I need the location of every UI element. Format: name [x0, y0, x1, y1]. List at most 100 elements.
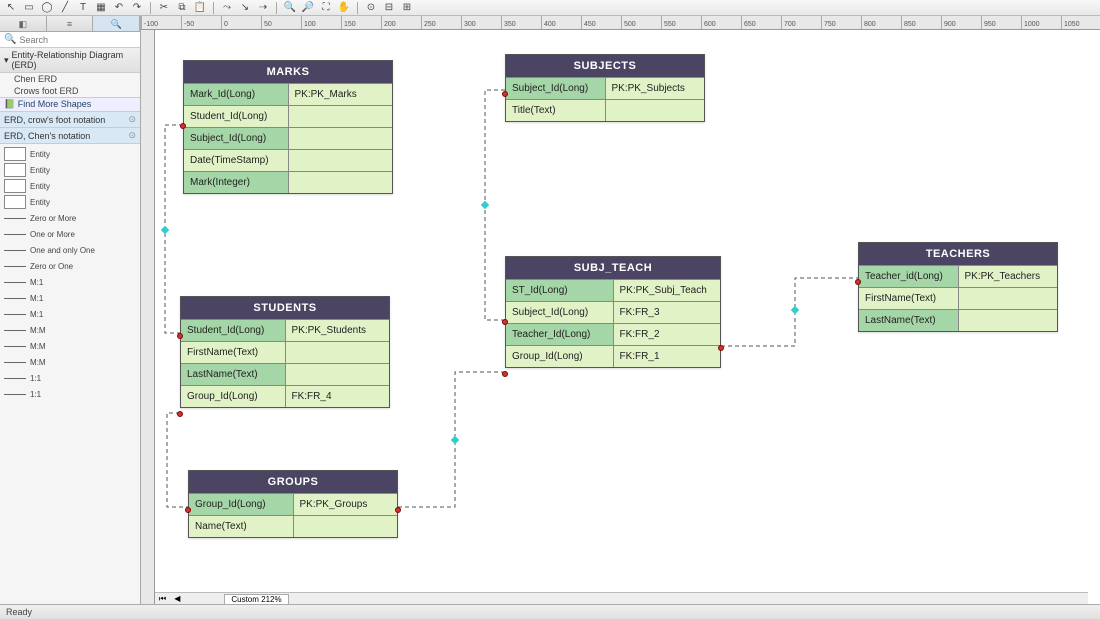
- shape-2[interactable]: Entity: [0, 178, 140, 194]
- tree-root[interactable]: ▾Entity-Relationship Diagram (ERD): [0, 48, 140, 73]
- attr-name: Title(Text): [506, 100, 606, 121]
- text-tool[interactable]: T: [76, 1, 90, 15]
- redo-tool[interactable]: ↷: [130, 1, 144, 15]
- copy-tool[interactable]: ⧉: [175, 1, 189, 15]
- attr-key: [289, 106, 393, 127]
- table-tool[interactable]: ▦: [94, 1, 108, 15]
- port-left[interactable]: [177, 411, 183, 417]
- tree-item-1[interactable]: Crows foot ERD: [0, 85, 140, 97]
- port-right[interactable]: [718, 345, 724, 351]
- connector2-tool[interactable]: ↘: [238, 1, 252, 15]
- port-left[interactable]: [502, 371, 508, 377]
- entity-teachers[interactable]: TEACHERSTeacher_id(Long)PK:PK_TeachersFi…: [858, 242, 1058, 332]
- port-left[interactable]: [502, 319, 508, 325]
- entity-row[interactable]: Student_Id(Long)PK:PK_Students: [181, 319, 389, 341]
- entity-row[interactable]: FirstName(Text): [181, 341, 389, 363]
- attr-key: FK:FR_2: [614, 324, 721, 345]
- connector3-tool[interactable]: ⇢: [256, 1, 270, 15]
- expand-tool[interactable]: ⊞: [400, 1, 414, 15]
- entity-subjects[interactable]: SUBJECTSSubject_Id(Long)PK:PK_SubjectsTi…: [505, 54, 705, 122]
- attr-name: Date(TimeStamp): [184, 150, 289, 171]
- shape-6[interactable]: One and only One: [0, 242, 140, 258]
- oval-tool[interactable]: ◯: [40, 1, 54, 15]
- shape-14[interactable]: 1:1: [0, 370, 140, 386]
- entity-row[interactable]: Subject_Id(Long)FK:FR_3: [506, 301, 720, 323]
- tree-item-0[interactable]: Chen ERD: [0, 73, 140, 85]
- shape-5[interactable]: One or More: [0, 226, 140, 242]
- entity-groups[interactable]: GROUPSGroup_Id(Long)PK:PK_GroupsName(Tex…: [188, 470, 398, 538]
- attr-key: PK:PK_Subj_Teach: [614, 280, 721, 301]
- port-right[interactable]: [395, 507, 401, 513]
- entity-students[interactable]: STUDENTSStudent_Id(Long)PK:PK_StudentsFi…: [180, 296, 390, 408]
- entity-row[interactable]: Subject_Id(Long): [184, 127, 392, 149]
- entity-row[interactable]: Mark_Id(Long)PK:PK_Marks: [184, 83, 392, 105]
- attr-name: Name(Text): [189, 516, 294, 537]
- shape-0[interactable]: Entity: [0, 146, 140, 162]
- line-tool[interactable]: ╱: [58, 1, 72, 15]
- zoom-indicator[interactable]: Custom 212%: [224, 594, 288, 604]
- shape-9[interactable]: M:1: [0, 290, 140, 306]
- entity-row[interactable]: Title(Text): [506, 99, 704, 121]
- shape-10[interactable]: M:1: [0, 306, 140, 322]
- connector-tool[interactable]: ⤳: [220, 1, 234, 15]
- entity-row[interactable]: Teacher_Id(Long)FK:FR_2: [506, 323, 720, 345]
- sheet-nav-first[interactable]: ⏮: [155, 594, 170, 604]
- sidebar-tab-2[interactable]: ≡: [47, 16, 94, 31]
- entity-row[interactable]: LastName(Text): [859, 309, 1057, 331]
- category-1[interactable]: ERD, Chen's notation⊙: [0, 128, 140, 144]
- shape-13[interactable]: M:M: [0, 354, 140, 370]
- port-left[interactable]: [855, 279, 861, 285]
- entity-row[interactable]: ST_Id(Long)PK:PK_Subj_Teach: [506, 279, 720, 301]
- attr-key: FK:FR_1: [614, 346, 721, 367]
- entity-row[interactable]: Teacher_id(Long)PK:PK_Teachers: [859, 265, 1057, 287]
- attr-key: [289, 172, 393, 193]
- shape-4[interactable]: Zero or More: [0, 210, 140, 226]
- entity-row[interactable]: Mark(Integer): [184, 171, 392, 193]
- search-box: 🔍: [0, 32, 140, 48]
- shape-1[interactable]: Entity: [0, 162, 140, 178]
- find-more-shapes[interactable]: 📗 Find More Shapes: [0, 97, 140, 112]
- category-0[interactable]: ERD, crow's foot notation⊙: [0, 112, 140, 128]
- entity-row[interactable]: FirstName(Text): [859, 287, 1057, 309]
- entity-row[interactable]: Group_Id(Long)FK:FR_1: [506, 345, 720, 367]
- entity-row[interactable]: LastName(Text): [181, 363, 389, 385]
- attr-key: [959, 288, 1058, 309]
- entity-row[interactable]: Subject_Id(Long)PK:PK_Subjects: [506, 77, 704, 99]
- shape-8[interactable]: M:1: [0, 274, 140, 290]
- sheet-nav-prev[interactable]: ◀: [170, 594, 184, 603]
- shape-15[interactable]: 1:1: [0, 386, 140, 402]
- shape-12[interactable]: M:M: [0, 338, 140, 354]
- undo-tool[interactable]: ↶: [112, 1, 126, 15]
- zoom-in-tool[interactable]: 🔍: [283, 1, 297, 15]
- fit-tool[interactable]: ⛶: [319, 1, 333, 15]
- cut-tool[interactable]: ✂: [157, 1, 171, 15]
- attr-key: PK:PK_Groups: [294, 494, 398, 515]
- sidebar-tab-1[interactable]: ◧: [0, 16, 47, 31]
- pointer-tool[interactable]: ↖: [4, 1, 18, 15]
- rect-tool[interactable]: ▭: [22, 1, 36, 15]
- zoom-reset-tool[interactable]: ⊙: [364, 1, 378, 15]
- port-left[interactable]: [502, 91, 508, 97]
- zoom-out-tool[interactable]: 🔎: [301, 1, 315, 15]
- attr-name: Group_Id(Long): [189, 494, 294, 515]
- entity-row[interactable]: Group_Id(Long)PK:PK_Groups: [189, 493, 397, 515]
- port-left[interactable]: [177, 333, 183, 339]
- port-left[interactable]: [180, 123, 186, 129]
- shape-11[interactable]: M:M: [0, 322, 140, 338]
- entity-row[interactable]: Date(TimeStamp): [184, 149, 392, 171]
- shape-3[interactable]: Entity: [0, 194, 140, 210]
- sidebar-tab-search[interactable]: 🔍: [93, 16, 140, 31]
- port-left[interactable]: [185, 507, 191, 513]
- pan-tool[interactable]: ✋: [337, 1, 351, 15]
- paste-tool[interactable]: 📋: [193, 1, 207, 15]
- collapse-tool[interactable]: ⊟: [382, 1, 396, 15]
- search-input[interactable]: [19, 35, 136, 45]
- entity-row[interactable]: Student_Id(Long): [184, 105, 392, 127]
- entity-marks[interactable]: MARKSMark_Id(Long)PK:PK_MarksStudent_Id(…: [183, 60, 393, 194]
- shape-7[interactable]: Zero or One: [0, 258, 140, 274]
- entity-row[interactable]: Name(Text): [189, 515, 397, 537]
- entity-subj_teach[interactable]: SUBJ_TEACHST_Id(Long)PK:PK_Subj_TeachSub…: [505, 256, 721, 368]
- entity-row[interactable]: Group_Id(Long)FK:FR_4: [181, 385, 389, 407]
- diagram-canvas[interactable]: MARKSMark_Id(Long)PK:PK_MarksStudent_Id(…: [155, 30, 1100, 604]
- status-ready: Ready: [6, 607, 32, 617]
